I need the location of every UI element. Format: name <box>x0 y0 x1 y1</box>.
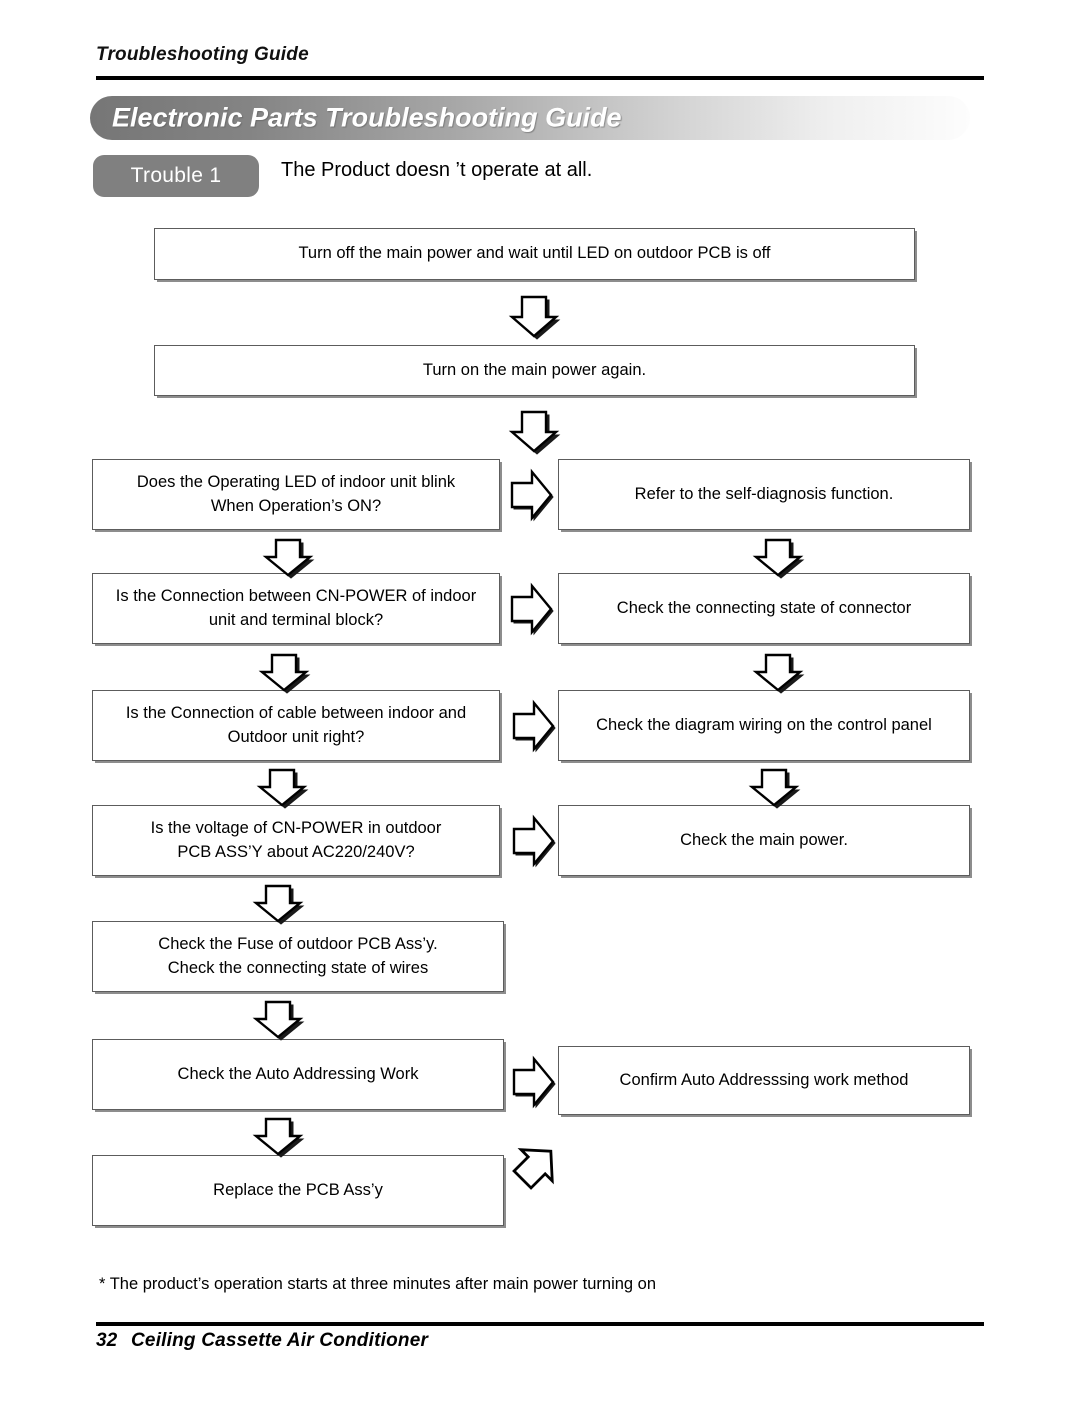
flow-box-text: Does the Operating LED of indoor unit bl… <box>137 471 455 519</box>
flow-box-text: Turn on the main power again. <box>422 360 647 379</box>
arrow-down-icon <box>508 295 561 340</box>
arrow-down-icon <box>748 768 801 809</box>
flow-box-self-diagnosis: Refer to the self-diagnosis function. <box>558 459 970 530</box>
flow-box-line2: Outdoor unit right? <box>227 727 365 746</box>
flow-box-text: Is the Connection of cable between indoo… <box>126 702 466 750</box>
arrow-right-icon <box>510 466 554 526</box>
flow-box-check-auto-addressing: Check the Auto Addressing Work <box>92 1039 504 1110</box>
footnote: * The product’s operation starts at thre… <box>99 1275 657 1293</box>
flow-box-check-fuse: Check the Fuse of outdoor PCB Ass’y. Che… <box>92 921 504 992</box>
page-title: Electronic Parts Troubleshooting Guide <box>112 102 622 133</box>
arrow-diagonal-down-left-icon <box>506 1112 590 1196</box>
flow-box-turn-on-power: Turn on the main power again. <box>154 345 915 396</box>
flow-box-replace-pcb: Replace the PCB Ass’y <box>92 1155 504 1226</box>
flow-box-text: Is the voltage of CN-POWER in outdoor PC… <box>151 817 442 865</box>
flow-box-text: Check the connecting state of connector <box>616 598 912 617</box>
flow-box-line1: Does the Operating LED of indoor unit bl… <box>136 472 456 491</box>
flow-box-text: Turn off the main power and wait until L… <box>298 244 771 263</box>
page-number: 32 <box>96 1330 118 1351</box>
flow-box-line1: Is the voltage of CN-POWER in outdoor <box>150 818 442 837</box>
arrow-right-icon <box>510 580 554 640</box>
arrow-right-icon <box>512 697 556 757</box>
running-head: Troubleshooting Guide <box>96 44 309 65</box>
flow-box-line2: When Operation’s ON? <box>210 496 382 515</box>
header-rule <box>96 76 984 80</box>
flow-box-text: Is the Connection between CN-POWER of in… <box>116 585 476 633</box>
flow-box-cnpower-question: Is the Connection between CN-POWER of in… <box>92 573 500 644</box>
flow-box-led-blink-question: Does the Operating LED of indoor unit bl… <box>92 459 500 530</box>
flow-box-turn-off-power: Turn off the main power and wait until L… <box>154 228 915 280</box>
arrow-down-icon <box>252 884 305 925</box>
flow-box-check-diagram-wiring: Check the diagram wiring on the control … <box>558 690 970 761</box>
arrow-down-icon <box>262 538 315 579</box>
flow-box-text: Replace the PCB Ass’y <box>213 1180 383 1199</box>
trouble-badge: Trouble 1 <box>93 155 259 197</box>
trouble-badge-label: Trouble 1 <box>130 164 222 187</box>
flow-box-text: Check the Auto Addressing Work <box>177 1064 419 1083</box>
flow-box-voltage-question: Is the voltage of CN-POWER in outdoor PC… <box>92 805 500 876</box>
flow-box-line1: Check the Fuse of outdoor PCB Ass’y. <box>158 934 438 953</box>
footer-product-title: Ceiling Cassette Air Conditioner <box>131 1330 429 1351</box>
trouble-description: The Product doesn ’t operate at all. <box>281 159 593 181</box>
arrow-down-icon <box>258 653 311 694</box>
arrow-down-icon <box>508 410 561 455</box>
arrow-right-icon <box>512 1053 556 1113</box>
flow-box-line1: Is the Connection of cable between indoo… <box>125 703 467 722</box>
arrow-down-icon <box>752 538 805 579</box>
flow-box-line1: Is the Connection between CN-POWER of in… <box>115 586 477 605</box>
page-title-banner: Electronic Parts Troubleshooting Guide <box>90 96 970 140</box>
arrow-right-icon <box>512 812 556 872</box>
flow-box-cable-question: Is the Connection of cable between indoo… <box>92 690 500 761</box>
arrow-down-icon <box>252 1117 305 1158</box>
flow-box-text: Confirm Auto Addresssing work method <box>619 1070 909 1089</box>
flow-box-text: Check the diagram wiring on the control … <box>596 715 932 734</box>
flow-box-text: Refer to the self-diagnosis function. <box>634 484 894 503</box>
flow-box-check-connector: Check the connecting state of connector <box>558 573 970 644</box>
arrow-down-icon <box>252 1000 305 1041</box>
flow-box-text: Check the Fuse of outdoor PCB Ass’y. Che… <box>158 933 437 981</box>
flow-box-line2: PCB ASS’Y about AC220/240V? <box>177 842 415 861</box>
arrow-down-icon <box>256 768 309 809</box>
arrow-down-icon <box>752 653 805 694</box>
flow-box-line2: unit and terminal block? <box>208 610 384 629</box>
flow-box-confirm-auto-addressing: Confirm Auto Addresssing work method <box>558 1046 970 1115</box>
flow-box-text: Check the main power. <box>680 830 848 849</box>
flow-box-line2: Check the connecting state of wires <box>167 958 429 977</box>
footer-rule <box>96 1322 984 1326</box>
flow-box-check-main-power: Check the main power. <box>558 805 970 876</box>
